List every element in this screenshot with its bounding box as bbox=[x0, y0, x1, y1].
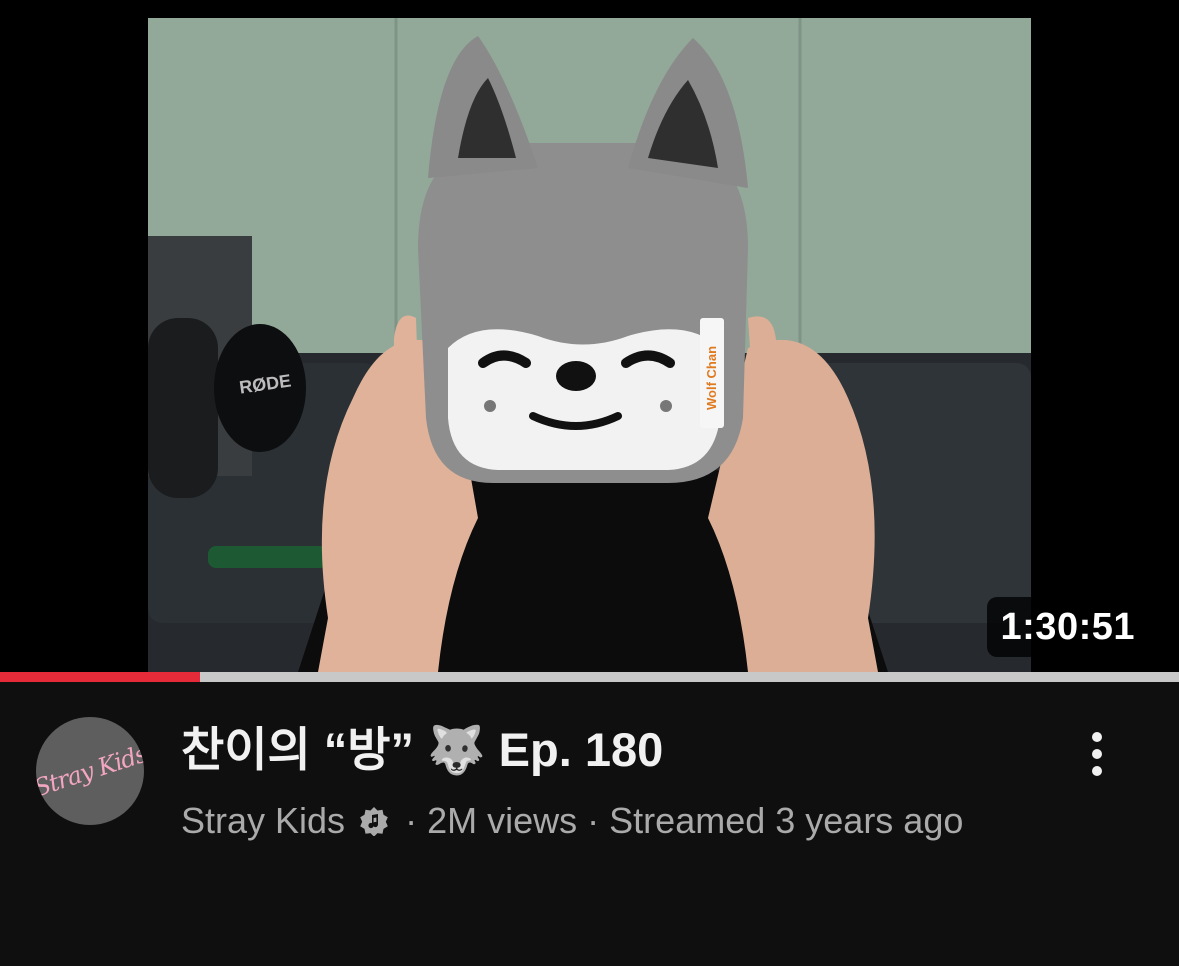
channel-name[interactable]: Stray Kids bbox=[181, 800, 345, 841]
thumbnail-image: RØDE Wolf Chan bbox=[148, 18, 1031, 672]
more-options-button[interactable] bbox=[1072, 722, 1122, 786]
separator: · bbox=[587, 800, 600, 841]
plush-tag-text: Wolf Chan bbox=[704, 346, 719, 410]
music-note-verified-icon bbox=[360, 807, 388, 836]
video-thumbnail[interactable]: RØDE Wolf Chan 1:30:51 bbox=[0, 0, 1179, 672]
separator: · bbox=[405, 800, 418, 841]
view-count: 2M views bbox=[427, 800, 578, 841]
video-metadata: Stray Kids 찬이의 “방” 🐺 Ep. 180 Stray Kids … bbox=[0, 682, 1179, 966]
watch-progress-bar bbox=[0, 672, 1179, 682]
watch-progress-fill bbox=[0, 672, 201, 682]
video-title[interactable]: 찬이의 “방” 🐺 Ep. 180 bbox=[181, 720, 1061, 780]
vertical-ellipsis-icon bbox=[1092, 766, 1102, 776]
video-details: Stray Kids · 2M views · Streamed 3 years… bbox=[181, 792, 1061, 850]
duration-badge: 1:30:51 bbox=[986, 597, 1149, 657]
channel-logo-text: Stray Kids bbox=[36, 739, 144, 803]
published-time: Streamed 3 years ago bbox=[609, 800, 964, 841]
vertical-ellipsis-icon bbox=[1092, 732, 1102, 742]
vertical-ellipsis-icon bbox=[1092, 749, 1102, 759]
channel-avatar[interactable]: Stray Kids bbox=[36, 717, 144, 825]
